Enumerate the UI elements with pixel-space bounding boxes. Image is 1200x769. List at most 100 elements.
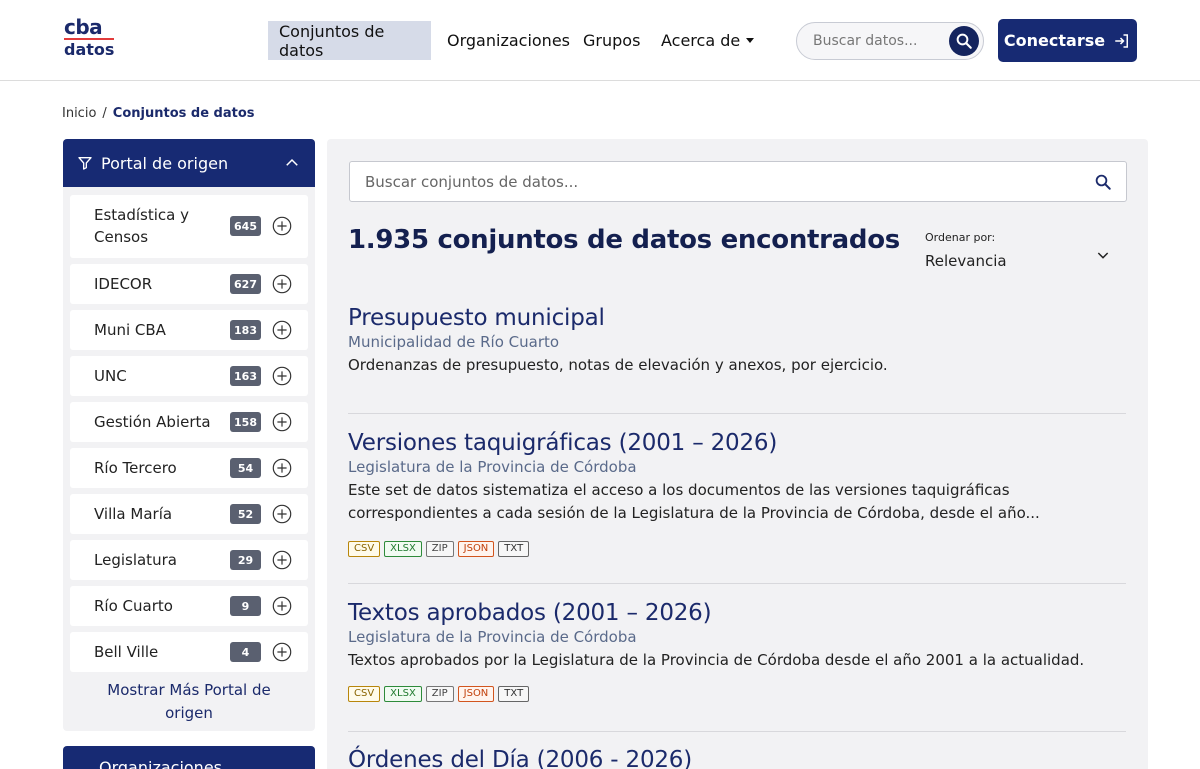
login-label: Conectarse <box>1003 31 1106 50</box>
dataset-item: Textos aprobados (2001 – 2026) Legislatu… <box>348 599 1126 702</box>
plus-circle-icon[interactable] <box>271 319 293 341</box>
sort-label: Ordenar por: <box>925 231 996 244</box>
chevron-up-icon <box>286 158 298 166</box>
caret-down-icon <box>746 38 755 43</box>
divider <box>348 583 1126 584</box>
facet-header[interactable]: Portal de origen <box>63 139 315 187</box>
format-tags: CSV XLSX ZIP JSON TXT <box>348 686 1126 702</box>
results-panel: 1.935 conjuntos de datos encontrados Ord… <box>327 139 1148 769</box>
facet-item-label: IDECOR <box>94 275 153 293</box>
plus-circle-icon[interactable] <box>271 457 293 479</box>
divider <box>348 731 1126 732</box>
header-search-button[interactable] <box>949 26 979 56</box>
plus-circle-icon[interactable] <box>271 595 293 617</box>
facet-portal-origen: Portal de origen Estadística y Censos 64… <box>63 139 315 731</box>
dataset-search-input[interactable] <box>365 172 1065 192</box>
dataset-title[interactable]: Órdenes del Día (2006 - 2026) <box>348 746 1126 769</box>
breadcrumb-separator: / <box>102 106 107 121</box>
nav-organizations[interactable]: Organizaciones <box>436 21 581 60</box>
facet-item-label: Estadística y Censos <box>94 206 190 246</box>
facet-item[interactable]: Río Cuarto 9 <box>70 586 308 626</box>
format-tag-csv[interactable]: CSV <box>348 686 381 702</box>
breadcrumb-current: Conjuntos de datos <box>112 106 255 121</box>
plus-circle-icon[interactable] <box>271 365 293 387</box>
dataset-item: Versiones taquigráficas (2001 – 2026) Le… <box>348 429 1126 557</box>
facet-item[interactable]: Legislatura 29 <box>70 540 308 580</box>
sort-select[interactable]: Relevancia <box>925 252 1007 270</box>
search-icon[interactable] <box>1094 173 1112 191</box>
facet-title: Portal de origen <box>101 153 229 173</box>
facet-item-label: Río Tercero <box>94 459 177 477</box>
logo-text-top: cba <box>64 15 103 39</box>
dataset-organization: Legislatura de la Provincia de Córdoba <box>348 458 637 476</box>
facet-item-count: 52 <box>230 504 261 524</box>
header-search <box>796 22 984 60</box>
plus-circle-icon[interactable] <box>271 215 293 237</box>
format-tag-json[interactable]: JSON <box>457 541 495 557</box>
header-search-input[interactable] <box>813 31 943 51</box>
facet-item[interactable]: Muni CBA 183 <box>70 310 308 350</box>
login-arrow-icon <box>1115 33 1129 48</box>
facet-item[interactable]: Bell Ville 4 <box>70 632 308 672</box>
facet-item[interactable]: UNC 163 <box>70 356 308 396</box>
login-button[interactable]: Conectarse <box>998 19 1137 62</box>
facet-item[interactable]: Estadística y Censos 645 <box>70 195 308 258</box>
results-count-title: 1.935 conjuntos de datos encontrados <box>348 225 900 255</box>
format-tag-json[interactable]: JSON <box>457 686 495 702</box>
facet-item-count: 163 <box>230 366 261 386</box>
facet-item[interactable]: IDECOR 627 <box>70 264 308 304</box>
nav-about-label: Acerca de <box>661 31 741 50</box>
plus-circle-icon[interactable] <box>271 549 293 571</box>
dataset-description: Textos aprobados por la Legislatura de l… <box>348 651 1085 669</box>
format-tag-zip[interactable]: ZIP <box>425 686 454 702</box>
show-more-link[interactable]: Mostrar Más Portal de origen <box>63 679 315 725</box>
format-tag-csv[interactable]: CSV <box>348 541 381 557</box>
dataset-description: Ordenanzas de presupuesto, notas de elev… <box>348 356 888 374</box>
dataset-title[interactable]: Versiones taquigráficas (2001 – 2026) <box>348 429 1126 457</box>
facet-item-count: 29 <box>230 550 261 570</box>
nav-about[interactable]: Acerca de <box>650 21 765 60</box>
chevron-down-icon[interactable] <box>1095 247 1111 263</box>
nav-datasets[interactable]: Conjuntos de datos <box>268 21 431 60</box>
facet-item-label: Río Cuarto <box>94 597 173 615</box>
facet-organizations-header[interactable]: Organizaciones <box>63 746 315 769</box>
facet-item-label: Legislatura <box>94 551 177 569</box>
site-header: cba datos Conjuntos de datos Organizacio… <box>0 0 1200 81</box>
dataset-title[interactable]: Presupuesto municipal <box>348 304 1126 332</box>
dataset-item: Órdenes del Día (2006 - 2026) <box>348 746 1126 769</box>
breadcrumb: Inicio / Conjuntos de datos <box>62 106 255 121</box>
facet-item-count: 645 <box>230 216 261 236</box>
divider <box>348 413 1126 414</box>
plus-circle-icon[interactable] <box>271 641 293 663</box>
format-tags: CSV XLSX ZIP JSON TXT <box>348 541 1126 557</box>
facet-item[interactable]: Villa María 52 <box>70 494 308 534</box>
format-tag-txt[interactable]: TXT <box>498 686 530 702</box>
facet-item-label: Muni CBA <box>94 321 166 339</box>
facet-item-count: 9 <box>230 596 261 616</box>
facet-item[interactable]: Gestión Abierta 158 <box>70 402 308 442</box>
plus-circle-icon[interactable] <box>271 411 293 433</box>
facet-item-count: 54 <box>230 458 261 478</box>
dataset-description: Este set de datos sistematiza el acceso … <box>348 481 1040 522</box>
dataset-organization: Legislatura de la Provincia de Córdoba <box>348 628 637 646</box>
facet-item-count: 627 <box>230 274 261 294</box>
format-tag-xlsx[interactable]: XLSX <box>384 541 422 557</box>
breadcrumb-home[interactable]: Inicio <box>62 106 96 121</box>
plus-circle-icon[interactable] <box>271 503 293 525</box>
format-tag-txt[interactable]: TXT <box>498 541 530 557</box>
funnel-icon <box>78 157 92 170</box>
plus-circle-icon[interactable] <box>271 273 293 295</box>
site-logo[interactable]: cba datos <box>64 16 116 60</box>
facet-item-count: 4 <box>230 642 261 662</box>
facet-item-label: Gestión Abierta <box>94 413 211 431</box>
dataset-title[interactable]: Textos aprobados (2001 – 2026) <box>348 599 1126 627</box>
facet-item-count: 183 <box>230 320 261 340</box>
facet-organizations-title: Organizaciones <box>99 758 222 769</box>
facet-item[interactable]: Río Tercero 54 <box>70 448 308 488</box>
dataset-search <box>349 161 1127 202</box>
dataset-item: Presupuesto municipal Municipalidad de R… <box>348 304 1126 377</box>
nav-groups[interactable]: Grupos <box>572 21 651 60</box>
format-tag-zip[interactable]: ZIP <box>425 541 454 557</box>
dataset-organization: Municipalidad de Río Cuarto <box>348 333 560 351</box>
format-tag-xlsx[interactable]: XLSX <box>384 686 422 702</box>
